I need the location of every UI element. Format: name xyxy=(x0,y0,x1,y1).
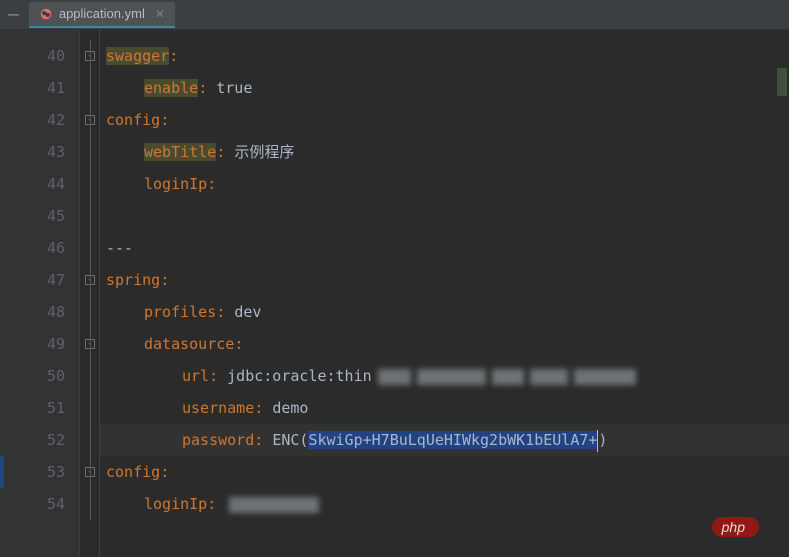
yaml-key: config xyxy=(106,463,160,481)
yaml-key: profiles xyxy=(144,303,216,321)
yaml-key: loginIp xyxy=(144,495,207,513)
colon: : xyxy=(160,111,169,129)
code-line[interactable]: datasource: xyxy=(100,328,789,360)
line-number: 43 xyxy=(0,136,65,168)
fold-cell[interactable]: - xyxy=(80,456,99,488)
code-line[interactable]: profiles: dev xyxy=(100,296,789,328)
colon: : xyxy=(216,143,234,161)
line-number: 42 xyxy=(0,104,65,136)
fold-cell[interactable] xyxy=(80,296,99,328)
code-area[interactable]: swagger:enable: trueconfig:webTitle: 示例程… xyxy=(100,30,789,557)
code-line[interactable]: webTitle: 示例程序 xyxy=(100,136,789,168)
code-line[interactable]: username: demo xyxy=(100,392,789,424)
yaml-key: swagger xyxy=(106,47,169,65)
code-line[interactable]: config: xyxy=(100,104,789,136)
yaml-key: url xyxy=(182,367,209,385)
line-number: 47 xyxy=(0,264,65,296)
colon: : xyxy=(198,79,216,97)
line-number: 48 xyxy=(0,296,65,328)
fold-cell[interactable] xyxy=(80,168,99,200)
fold-cell[interactable] xyxy=(80,392,99,424)
yaml-key: enable xyxy=(144,79,198,97)
fold-cell[interactable]: - xyxy=(80,328,99,360)
code-line[interactable]: swagger: xyxy=(100,40,789,72)
line-number: 50 xyxy=(0,360,65,392)
editor[interactable]: 404142434445464748495051525354 ----- swa… xyxy=(0,30,789,557)
redacted-segment xyxy=(492,369,523,385)
colon: : xyxy=(207,495,225,513)
fold-cell[interactable]: - xyxy=(80,264,99,296)
colon: : xyxy=(254,431,272,449)
active-line-marker xyxy=(0,456,4,488)
line-number: 53 xyxy=(0,456,65,488)
yaml-key: password xyxy=(182,431,254,449)
yaml-key: username xyxy=(182,399,254,417)
fold-cell[interactable] xyxy=(80,200,99,232)
fold-cell[interactable] xyxy=(80,360,99,392)
code-line[interactable]: url: jdbc:oracle:thin xyxy=(100,360,789,392)
text-selection[interactable]: SkwiGp+H7BuLqUeHIWkg2bWK1bEUlA7+ xyxy=(308,431,597,449)
watermark-badge: php xyxy=(712,517,759,537)
redacted-segment xyxy=(229,497,319,513)
line-number: 46 xyxy=(0,232,65,264)
line-number: 44 xyxy=(0,168,65,200)
gutter: 404142434445464748495051525354 xyxy=(0,30,80,557)
code-line[interactable]: spring: xyxy=(100,264,789,296)
code-line[interactable]: config: xyxy=(100,456,789,488)
code-line[interactable]: --- xyxy=(100,232,789,264)
fold-cell[interactable] xyxy=(80,488,99,520)
code-line[interactable]: password: ENC(SkwiGp+H7BuLqUeHIWkg2bWK1b… xyxy=(100,424,789,456)
fold-column[interactable]: - - - - - xyxy=(80,30,100,557)
fold-cell[interactable] xyxy=(80,72,99,104)
yaml-value: dev xyxy=(234,303,261,321)
yaml-key: webTitle xyxy=(144,143,216,161)
line-number: 41 xyxy=(0,72,65,104)
yaml-doc-separator: --- xyxy=(106,239,133,257)
tab-bar: — application.yml ✕ xyxy=(0,0,789,30)
minimize-icon[interactable]: — xyxy=(8,6,19,24)
line-number: 54 xyxy=(0,488,65,520)
yaml-value: demo xyxy=(272,399,308,417)
yaml-value: ENC( xyxy=(272,431,308,449)
yaml-value: 示例程序 xyxy=(234,143,294,161)
yaml-value: true xyxy=(216,79,252,97)
yaml-key: loginIp xyxy=(144,175,207,193)
colon: : xyxy=(207,175,216,193)
colon: : xyxy=(160,463,169,481)
colon: : xyxy=(234,335,243,353)
yml-file-icon xyxy=(39,7,53,21)
redacted-segment xyxy=(574,369,637,385)
tab-filename: application.yml xyxy=(59,6,145,21)
line-number: 51 xyxy=(0,392,65,424)
fold-cell[interactable]: - xyxy=(80,104,99,136)
yaml-key: config xyxy=(106,111,160,129)
code-line[interactable]: enable: true xyxy=(100,72,789,104)
code-line[interactable]: loginIp: xyxy=(100,168,789,200)
colon: : xyxy=(209,367,227,385)
fold-cell[interactable] xyxy=(80,424,99,456)
yaml-value: jdbc:oracle:thin xyxy=(227,367,372,385)
fold-cell[interactable] xyxy=(80,136,99,168)
close-icon[interactable]: ✕ xyxy=(155,7,165,21)
line-number: 52 xyxy=(0,424,65,456)
colon: : xyxy=(216,303,234,321)
yaml-value: ) xyxy=(598,431,607,449)
code-line[interactable] xyxy=(100,200,789,232)
code-line[interactable]: loginIp: xyxy=(100,488,789,520)
redacted-segment xyxy=(417,369,486,385)
colon: : xyxy=(254,399,272,417)
line-number: 40 xyxy=(0,40,65,72)
colon: : xyxy=(169,47,178,65)
yaml-key: spring xyxy=(106,271,160,289)
fold-cell[interactable]: - xyxy=(80,40,99,72)
yaml-key: datasource xyxy=(144,335,234,353)
redacted-segment xyxy=(530,369,568,385)
fold-cell[interactable] xyxy=(80,232,99,264)
line-number: 45 xyxy=(0,200,65,232)
redacted-segment xyxy=(378,369,411,385)
line-number: 49 xyxy=(0,328,65,360)
colon: : xyxy=(160,271,169,289)
tab-application-yml[interactable]: application.yml ✕ xyxy=(29,2,175,28)
